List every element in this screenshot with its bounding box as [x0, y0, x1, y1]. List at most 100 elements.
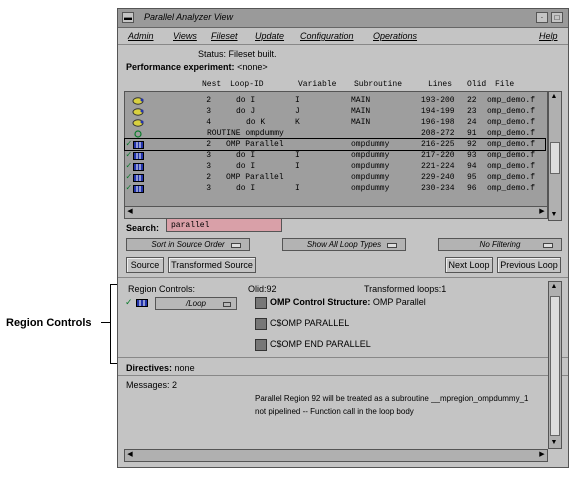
table-row[interactable]: ✓ 2 OMP Parallel ompdummy 216-225 92 omp_demo.… [124, 138, 546, 151]
table-row[interactable]: ✓ 3 do I Iompdummy 230-234 96 omp_demo.f [125, 183, 545, 194]
cell-var: I [295, 184, 300, 193]
cell-olid: 23 [467, 107, 477, 116]
scroll-down-icon[interactable]: ▼ [549, 438, 559, 448]
cell-nest: 4 [206, 118, 211, 127]
table-row[interactable]: ✓ 3 do I Iompdummy 221-224 94 omp_demo.f [125, 161, 545, 172]
parallel-region-icon [133, 152, 144, 160]
cell-sub: ompdummy [351, 162, 390, 171]
region-loop-option-label: /Loop [185, 299, 207, 308]
scroll-up-icon[interactable]: ▲ [549, 92, 559, 102]
col-variable[interactable]: Variable [298, 80, 336, 89]
sort-order-option[interactable]: Sort in Source Order [126, 238, 250, 251]
menu-operations[interactable]: Operations [373, 31, 417, 41]
scroll-up-icon[interactable]: ▲ [549, 282, 559, 292]
col-subroutine[interactable]: Subroutine [354, 80, 402, 89]
divider [118, 277, 568, 278]
cell-file: omp_demo.f [487, 129, 536, 138]
scroll-thumb[interactable] [550, 296, 560, 436]
cell-lines: 217-220 [421, 151, 455, 160]
directive-toggle-icon[interactable] [255, 339, 267, 351]
cell-nest: 2 [206, 96, 211, 105]
transformed-loops-label: Transformed loops:1 [364, 284, 447, 294]
menu-configuration[interactable]: Configuration [300, 31, 354, 41]
region-controls-label: Region Controls: [128, 284, 196, 294]
cell-sub: ompdummy [351, 184, 390, 193]
status-line: Status: Fileset built. [198, 49, 277, 59]
menu-views[interactable]: Views [173, 31, 197, 41]
col-nest[interactable]: Nest [202, 80, 221, 89]
olid-label: Olid:92 [248, 284, 277, 294]
table-row[interactable]: ROUTINE ompdummy 208-272 91 omp_demo.f [125, 128, 545, 139]
title-bar[interactable]: ▬ Parallel Analyzer View · □ [118, 9, 568, 28]
scroll-left-icon[interactable]: ◀ [125, 207, 135, 217]
table-row[interactable]: ✓ 3 do I Iompdummy 217-220 93 omp_demo.f [125, 150, 545, 161]
cell-nest: 3 [206, 162, 211, 171]
cell-olid: 91 [467, 129, 477, 138]
directives-line: Directives: none [126, 363, 195, 373]
loop-list[interactable]: 2 do I I MAIN 193-200 22 omp_demo.f 3 do J J MAIN 1… [124, 91, 548, 208]
search-input[interactable]: parallel [166, 218, 282, 232]
table-row[interactable]: 2 do I I MAIN 193-200 22 omp_demo.f [125, 95, 545, 106]
filtering-label: No Filtering [479, 240, 521, 249]
cell-nest: 3 [206, 151, 211, 160]
region-vertical-scrollbar[interactable]: ▲ ▼ [548, 281, 562, 449]
cell-olid: 94 [467, 162, 477, 171]
region-loop-option[interactable]: /Loop [155, 297, 237, 310]
parallel-region-icon [133, 163, 144, 171]
loop-list-vertical-scrollbar[interactable]: ▲ ▼ [548, 91, 562, 221]
next-loop-button[interactable]: Next Loop [445, 257, 493, 273]
perf-label: Performance experiment: [126, 62, 235, 72]
parallel-region-icon [136, 299, 148, 307]
structure-toggle-icon[interactable] [255, 297, 267, 309]
table-row[interactable]: 3 do J J MAIN 194-199 23 omp_demo.f [125, 106, 545, 117]
cell-olid: 93 [467, 151, 477, 160]
cell-sub: ompdummy [351, 140, 390, 149]
filtering-option[interactable]: No Filtering [438, 238, 562, 251]
messages-horizontal-scrollbar[interactable]: ◀ ▶ [124, 449, 548, 462]
directive-end-parallel: C$OMP END PARALLEL [270, 339, 371, 349]
col-file[interactable]: File [495, 80, 514, 89]
status-value: Fileset built. [228, 49, 277, 59]
cell-olid: 92 [467, 140, 477, 149]
scroll-left-icon[interactable]: ◀ [125, 450, 135, 460]
cell-file: omp_demo.f [487, 118, 536, 127]
col-loop-id[interactable]: Loop-ID [230, 80, 264, 89]
menu-fileset[interactable]: Fileset [211, 31, 238, 41]
cell-loop: OMP Parallel [226, 140, 284, 149]
maximize-icon[interactable]: □ [551, 12, 563, 23]
check-icon: ✓ [125, 297, 133, 307]
menu-update[interactable]: Update [255, 31, 284, 41]
cell-var: I [295, 162, 300, 171]
cell-olid: 96 [467, 184, 477, 193]
messages-text: Parallel Region 92 will be treated as a … [255, 392, 545, 418]
directives-value: none [174, 363, 195, 373]
transformed-source-button[interactable]: Transformed Source [168, 257, 256, 273]
region-controls-callout: Region Controls [6, 317, 92, 329]
scroll-thumb[interactable] [550, 142, 560, 174]
structure-label: OMP Control Structure: [270, 297, 371, 307]
menu-help[interactable]: Help [539, 31, 558, 41]
cell-var: J [295, 107, 300, 116]
cell-file: omp_demo.f [487, 184, 536, 193]
source-button[interactable]: Source [126, 257, 164, 273]
minimize-icon[interactable]: · [536, 12, 548, 23]
menu-bar: Admin Views Fileset Update Configuration… [118, 28, 568, 45]
col-olid[interactable]: Olid [467, 80, 486, 89]
col-lines[interactable]: Lines [428, 80, 452, 89]
scroll-right-icon[interactable]: ▶ [537, 207, 547, 217]
cell-loop: ROUTINE ompdummy [207, 129, 284, 138]
cell-olid: 24 [467, 118, 477, 127]
scroll-right-icon[interactable]: ▶ [537, 450, 547, 460]
previous-loop-button[interactable]: Previous Loop [497, 257, 561, 273]
directive-toggle-icon[interactable] [255, 318, 267, 330]
loop-types-option[interactable]: Show All Loop Types [282, 238, 406, 251]
scroll-down-icon[interactable]: ▼ [549, 210, 559, 220]
option-indicator-icon [223, 302, 231, 307]
window-menu-icon[interactable]: ▬ [122, 12, 134, 23]
table-row[interactable]: 4 do K K MAIN 196-198 24 omp_demo.f [125, 117, 545, 128]
menu-admin[interactable]: Admin [128, 31, 154, 41]
cell-file: omp_demo.f [487, 162, 536, 171]
sort-order-label: Sort in Source Order [151, 240, 225, 249]
cell-lines: 216-225 [421, 140, 455, 149]
table-row[interactable]: ✓ 2 OMP Parallel ompdummy 229-240 95 omp_demo.… [125, 172, 545, 183]
